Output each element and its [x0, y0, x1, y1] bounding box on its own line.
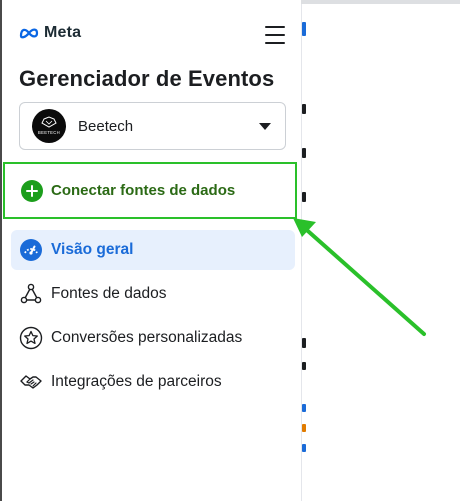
clipped-content-edge: [302, 0, 308, 501]
speedometer-icon: [19, 238, 43, 262]
handshake-icon: [19, 370, 43, 394]
page-title: Gerenciador de Eventos: [19, 66, 275, 91]
hamburger-menu-icon[interactable]: [262, 24, 288, 46]
plus-circle-icon: [21, 179, 43, 202]
meta-infinity-icon: [19, 28, 39, 39]
network-nodes-icon: [19, 282, 43, 306]
meta-logo-text: Meta: [44, 24, 82, 41]
connect-data-sources-label: Conectar fontes de dados: [51, 182, 236, 199]
beetech-logo-icon: BEETECH: [38, 116, 60, 135]
sidebar: Meta Gerenciador de Eventos BEETECH Beet…: [0, 0, 301, 501]
nav-item-partner-integrations[interactable]: Integrações de parceiros: [11, 362, 295, 402]
star-badge-icon: [19, 326, 43, 350]
nav-item-custom-conversions[interactable]: Conversões personalizadas: [11, 318, 295, 358]
connect-data-sources-button[interactable]: Conectar fontes de dados: [3, 162, 297, 219]
nav-item-label: Fontes de dados: [51, 285, 167, 302]
svg-text:BEETECH: BEETECH: [38, 130, 60, 135]
nav-item-label: Visão geral: [51, 241, 134, 258]
avatar: BEETECH: [32, 109, 66, 143]
nav-item-overview[interactable]: Visão geral: [11, 230, 295, 270]
nav-item-label: Conversões personalizadas: [51, 329, 243, 346]
meta-logo[interactable]: Meta: [18, 24, 81, 42]
caret-down-icon: [259, 122, 271, 130]
nav-item-data-sources[interactable]: Fontes de dados: [11, 274, 295, 314]
main-content-area: [301, 0, 460, 501]
nav-item-label: Integrações de parceiros: [51, 373, 222, 390]
account-name: Beetech: [78, 117, 134, 135]
account-selector[interactable]: BEETECH Beetech: [19, 102, 286, 150]
content-top-border: [301, 0, 460, 4]
